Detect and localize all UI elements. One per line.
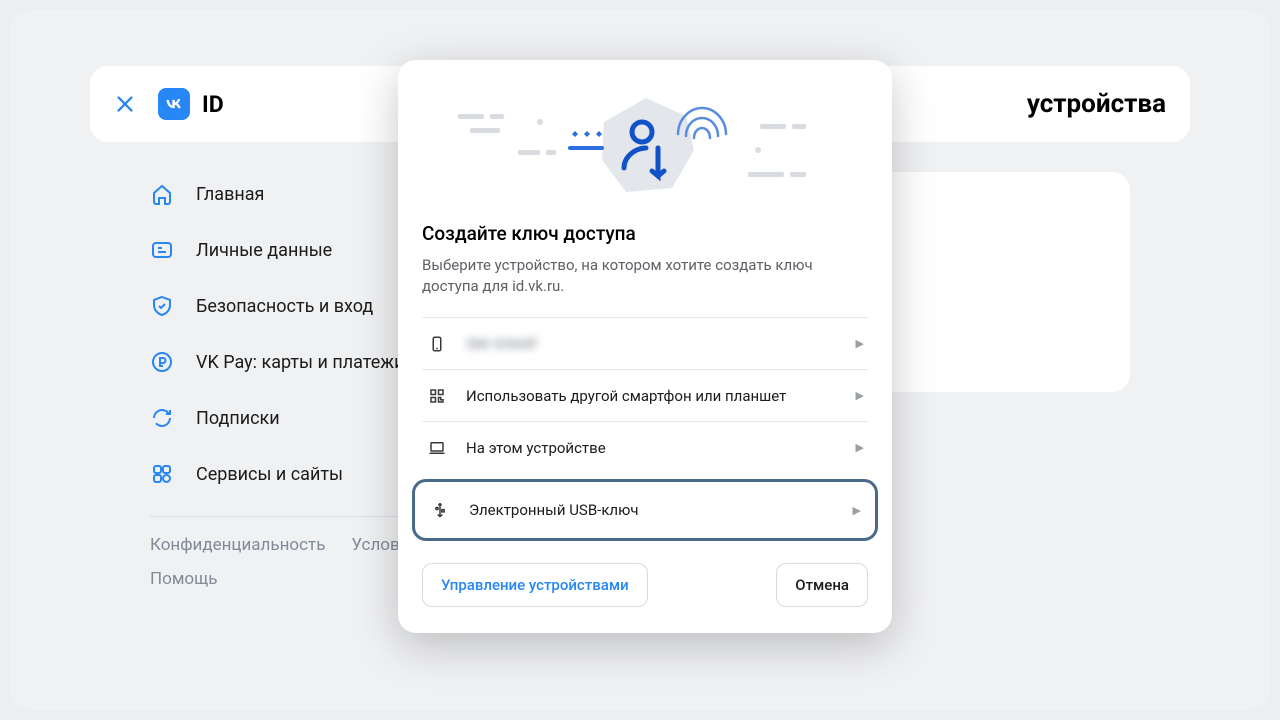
option-usb-key[interactable]: Электронный USB-ключ ▶ [412, 479, 878, 541]
ruble-icon [150, 350, 174, 374]
id-card-icon [150, 238, 174, 262]
option-label: Электронный USB-ключ [469, 501, 835, 519]
passkey-illustration [398, 80, 892, 216]
page-title: устройства [1027, 89, 1166, 119]
chevron-right-icon: ▶ [853, 504, 861, 517]
sidebar-item-home[interactable]: Главная [150, 166, 430, 222]
device-options: SM-G960F ▶ Использовать другой смартфон … [422, 317, 868, 541]
option-this-device[interactable]: На этом устройстве ▶ [422, 421, 868, 473]
option-label: SM-G960F [466, 335, 838, 353]
sidebar-item-subscriptions[interactable]: Подписки [150, 390, 430, 446]
close-icon[interactable] [114, 93, 136, 115]
option-label: Использовать другой смартфон или планшет [466, 387, 838, 405]
option-existing-phone[interactable]: SM-G960F ▶ [422, 317, 868, 369]
cancel-button[interactable]: Отмена [776, 563, 868, 607]
footer-help[interactable]: Помощь [150, 569, 217, 589]
sidebar-item-label: VK Pay: карты и платежи [196, 352, 404, 373]
apps-icon [150, 462, 174, 486]
sidebar-item-services[interactable]: Сервисы и сайты [150, 446, 430, 502]
smartphone-icon [426, 335, 448, 353]
option-label: На этом устройстве [466, 439, 838, 457]
sidebar-item-personal[interactable]: Личные данные [150, 222, 430, 278]
chevron-right-icon: ▶ [856, 389, 864, 402]
sidebar-item-label: Личные данные [196, 240, 332, 261]
sidebar-item-security[interactable]: Безопасность и вход [150, 278, 430, 334]
sidebar-item-label: Безопасность и вход [196, 296, 373, 317]
vk-logo [158, 88, 190, 120]
manage-devices-button[interactable]: Управление устройствами [422, 563, 648, 607]
sidebar-footer: Конфиденциальность Условия Помощь [150, 535, 430, 589]
footer-privacy[interactable]: Конфиденциальность [150, 535, 325, 555]
sidebar-item-label: Подписки [196, 408, 280, 429]
sidebar: Главная Личные данные Безопасность и вхо… [150, 166, 430, 589]
refresh-icon [150, 406, 174, 430]
sidebar-item-vkpay[interactable]: VK Pay: карты и платежи [150, 334, 430, 390]
home-icon [150, 182, 174, 206]
chevron-right-icon: ▶ [856, 441, 864, 454]
brand-id: ID [202, 91, 224, 118]
laptop-icon [426, 439, 448, 457]
passkey-modal: Создайте ключ доступа Выберите устройств… [398, 60, 892, 633]
sidebar-item-label: Главная [196, 184, 264, 205]
qr-icon [426, 387, 448, 405]
sidebar-item-label: Сервисы и сайты [196, 464, 343, 485]
modal-title: Создайте ключ доступа [422, 222, 868, 245]
chevron-right-icon: ▶ [856, 337, 864, 350]
modal-description: Выберите устройство, на котором хотите с… [422, 255, 868, 297]
usb-icon [429, 501, 451, 519]
option-other-phone[interactable]: Использовать другой смартфон или планшет… [422, 369, 868, 421]
shield-check-icon [150, 294, 174, 318]
